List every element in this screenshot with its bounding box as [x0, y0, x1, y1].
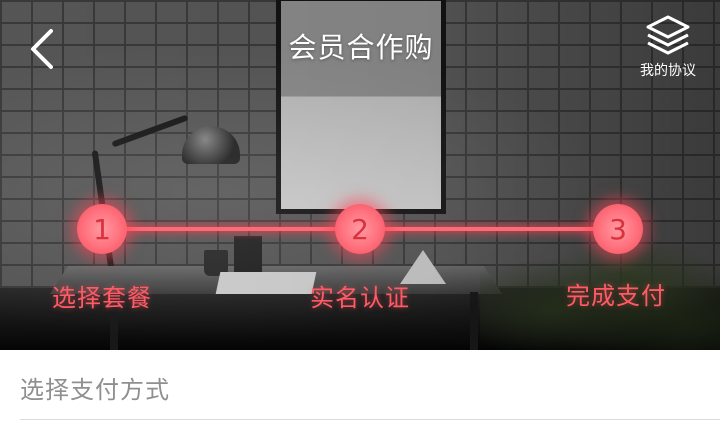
step-2-circle: 2 — [335, 204, 385, 254]
step-3-circle: 3 — [593, 204, 643, 254]
my-agreement-button[interactable]: 我的协议 — [630, 14, 706, 84]
chevron-left-icon — [31, 29, 53, 69]
section-divider — [20, 419, 720, 420]
step-3-number: 3 — [609, 212, 627, 246]
step-1-number: 1 — [93, 212, 111, 246]
step-2-label: 实名认证 — [310, 284, 410, 312]
back-button[interactable] — [22, 24, 62, 74]
step-1-circle: 1 — [77, 204, 127, 254]
step-2-number: 2 — [351, 212, 369, 246]
page-title: 会员合作购 — [288, 31, 434, 64]
payment-method-title: 选择支付方式 — [20, 376, 170, 404]
layers-icon — [646, 15, 690, 55]
step-3-label: 完成支付 — [566, 282, 666, 310]
my-agreement-label: 我的协议 — [640, 63, 696, 79]
step-1-label: 选择套餐 — [52, 284, 152, 312]
